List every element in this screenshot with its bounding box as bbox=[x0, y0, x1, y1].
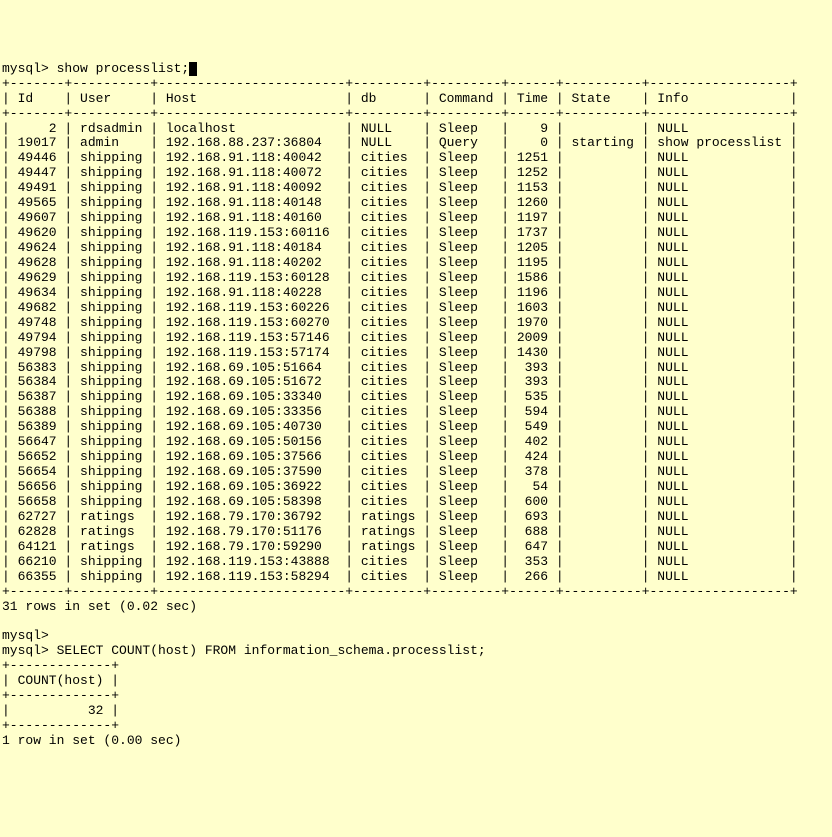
result-summary: 31 rows in set (0.02 sec) bbox=[2, 599, 197, 614]
terminal-output[interactable]: mysql> show processlist; +-------+------… bbox=[2, 62, 830, 749]
count-table: +-------------+ | COUNT(host) | +-------… bbox=[2, 658, 119, 733]
mysql-prompt: mysql> bbox=[2, 643, 57, 658]
sql-command: show processlist; bbox=[57, 61, 190, 76]
mysql-prompt: mysql> bbox=[2, 628, 49, 643]
mysql-prompt: mysql> bbox=[2, 61, 57, 76]
processlist-table: +-------+----------+--------------------… bbox=[2, 76, 798, 599]
sql-command: SELECT COUNT(host) FROM information_sche… bbox=[57, 643, 486, 658]
cursor-icon bbox=[189, 62, 197, 76]
result-summary: 1 row in set (0.00 sec) bbox=[2, 733, 181, 748]
